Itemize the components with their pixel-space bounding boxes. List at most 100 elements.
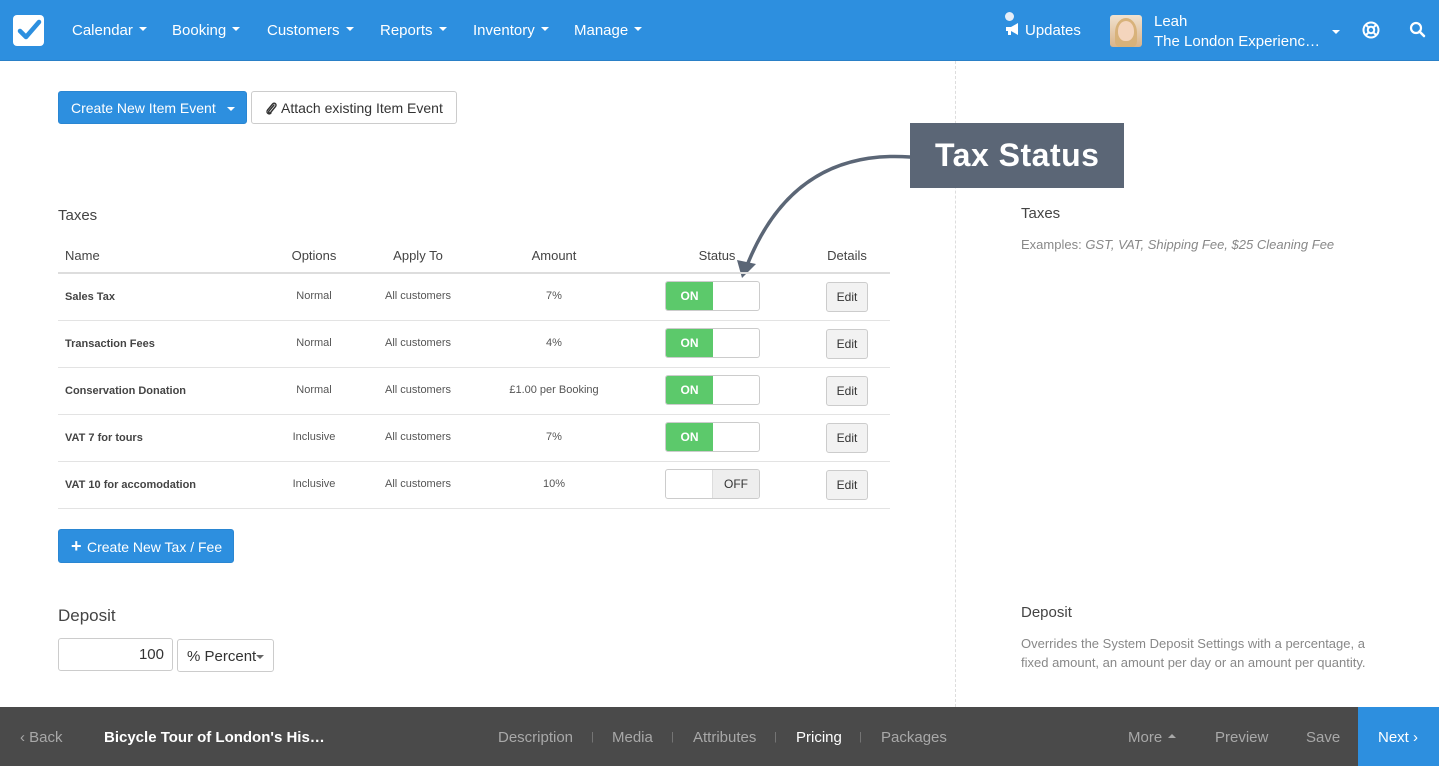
user-name[interactable]: Leah (1154, 13, 1187, 30)
edit-tax-button[interactable]: Edit (826, 423, 868, 453)
tax-status-toggle[interactable]: ON (665, 328, 760, 358)
tax-apply-to: All customers (384, 431, 452, 443)
col-header-details: Details (827, 248, 867, 263)
callout-label: Tax Status (935, 137, 1100, 173)
create-tax-label: Create New Tax / Fee (87, 539, 223, 555)
nav-reports[interactable]: Reports (380, 22, 447, 39)
tab-media[interactable]: Media (612, 729, 653, 746)
tax-apply-to: All customers (384, 384, 452, 396)
attach-item-event-button[interactable]: Attach existing Item Event (251, 91, 457, 124)
toggle-on-state: ON (666, 423, 713, 451)
updates-link[interactable]: Updates (1005, 12, 1081, 39)
chevron-down-icon (138, 27, 147, 32)
chevron-right-icon: › (1413, 729, 1419, 746)
taxes-section-title: Taxes (58, 207, 98, 224)
tax-options: Inclusive (292, 431, 336, 443)
help-taxes-examples: GST, VAT, Shipping Fee, $25 Cleaning Fee (1085, 237, 1335, 252)
chevron-down-icon (540, 27, 549, 32)
row-divider (58, 414, 890, 415)
toggle-on-state: ON (666, 329, 713, 357)
more-label: More (1128, 729, 1163, 746)
avatar[interactable] (1110, 15, 1142, 47)
tax-name: Transaction Fees (65, 338, 155, 350)
back-button[interactable]: ‹ Back (20, 729, 63, 746)
nav-manage[interactable]: Manage (574, 22, 643, 39)
more-menu-button[interactable]: More (1128, 729, 1177, 746)
next-label: Next › (1378, 729, 1418, 746)
user-menu-chevron-icon[interactable] (1332, 30, 1340, 34)
nav-calendar-label: Calendar (72, 22, 133, 39)
help-lifebuoy-icon[interactable] (1362, 21, 1380, 39)
tax-options: Inclusive (292, 478, 336, 490)
help-taxes-text: Examples: GST, VAT, Shipping Fee, $25 Cl… (1021, 235, 1391, 254)
updates-label: Updates (1025, 22, 1081, 39)
col-header-name: Name (65, 248, 100, 263)
next-button[interactable]: Next › (1358, 707, 1439, 766)
chevron-down-icon (227, 107, 235, 111)
tax-name: VAT 10 for accomodation (65, 479, 197, 491)
tax-status-toggle[interactable]: ON (665, 422, 760, 452)
nav-inventory[interactable]: Inventory (473, 22, 549, 39)
tab-separator: | (774, 731, 777, 743)
paperclip-icon (266, 102, 277, 115)
help-taxes-prefix: Examples: (1021, 237, 1086, 252)
toggle-on-state: ON (666, 376, 713, 404)
edit-tax-button[interactable]: Edit (826, 329, 868, 359)
callout-arrow-icon (737, 154, 912, 278)
deposit-unit-label: % Percent (187, 648, 257, 665)
tax-amount: 7% (546, 431, 562, 443)
create-tax-button[interactable]: + Create New Tax / Fee (58, 529, 234, 563)
tax-options: Normal (296, 384, 332, 396)
help-deposit-title: Deposit (1021, 604, 1072, 621)
tab-description[interactable]: Description (498, 729, 573, 746)
tab-separator: | (591, 731, 594, 743)
deposit-unit-select[interactable]: % Percent (177, 639, 274, 672)
search-icon[interactable] (1409, 21, 1426, 38)
preview-button[interactable]: Preview (1215, 729, 1268, 746)
row-divider (58, 461, 890, 462)
col-header-apply-to: Apply To (393, 248, 443, 263)
edit-tax-button[interactable]: Edit (826, 282, 868, 312)
save-button[interactable]: Save (1306, 729, 1340, 746)
tax-status-toggle[interactable]: OFF (665, 469, 760, 499)
chevron-down-icon (438, 27, 447, 32)
plus-icon: + (71, 536, 82, 556)
nav-customers-label: Customers (267, 22, 340, 39)
nav-manage-label: Manage (574, 22, 629, 39)
bottom-bar: ‹ Back Bicycle Tour of London's His… Des… (0, 707, 1439, 766)
user-company[interactable]: The London Experienc… (1154, 33, 1320, 50)
tax-status-toggle[interactable]: ON (665, 281, 760, 311)
tax-status-toggle[interactable]: ON (665, 375, 760, 405)
checkbox-logo-icon (17, 19, 42, 40)
tab-attributes[interactable]: Attributes (693, 729, 756, 746)
edit-tax-button[interactable]: Edit (826, 470, 868, 500)
create-item-event-label: Create New Item Event (71, 100, 216, 116)
row-divider (58, 367, 890, 368)
chevron-left-icon: ‹ (20, 729, 30, 746)
nav-reports-label: Reports (380, 22, 433, 39)
tax-name: Sales Tax (65, 291, 115, 303)
row-divider (58, 320, 890, 321)
nav-customers[interactable]: Customers (267, 22, 354, 39)
chevron-down-icon (256, 655, 264, 659)
nav-calendar[interactable]: Calendar (72, 22, 147, 39)
tax-apply-to: All customers (384, 290, 452, 302)
tab-pricing[interactable]: Pricing (796, 729, 842, 746)
app-logo[interactable] (13, 15, 44, 46)
create-item-event-button[interactable]: Create New Item Event (58, 91, 247, 124)
tax-status-callout: Tax Status (910, 123, 1124, 188)
tax-amount: 7% (546, 290, 562, 302)
tab-separator: | (671, 731, 674, 743)
chevron-up-icon (1168, 734, 1177, 739)
col-header-options: Options (291, 248, 337, 263)
chevron-down-icon (634, 27, 643, 32)
tab-packages[interactable]: Packages (881, 729, 947, 746)
col-header-status: Status (698, 248, 736, 263)
tax-options: Normal (296, 337, 332, 349)
tax-apply-to: All customers (384, 337, 452, 349)
edit-tax-button[interactable]: Edit (826, 376, 868, 406)
next-label-text: Next (1378, 729, 1409, 746)
deposit-amount-input[interactable] (58, 638, 173, 671)
notification-dot (1005, 12, 1014, 21)
nav-booking[interactable]: Booking (172, 22, 241, 39)
